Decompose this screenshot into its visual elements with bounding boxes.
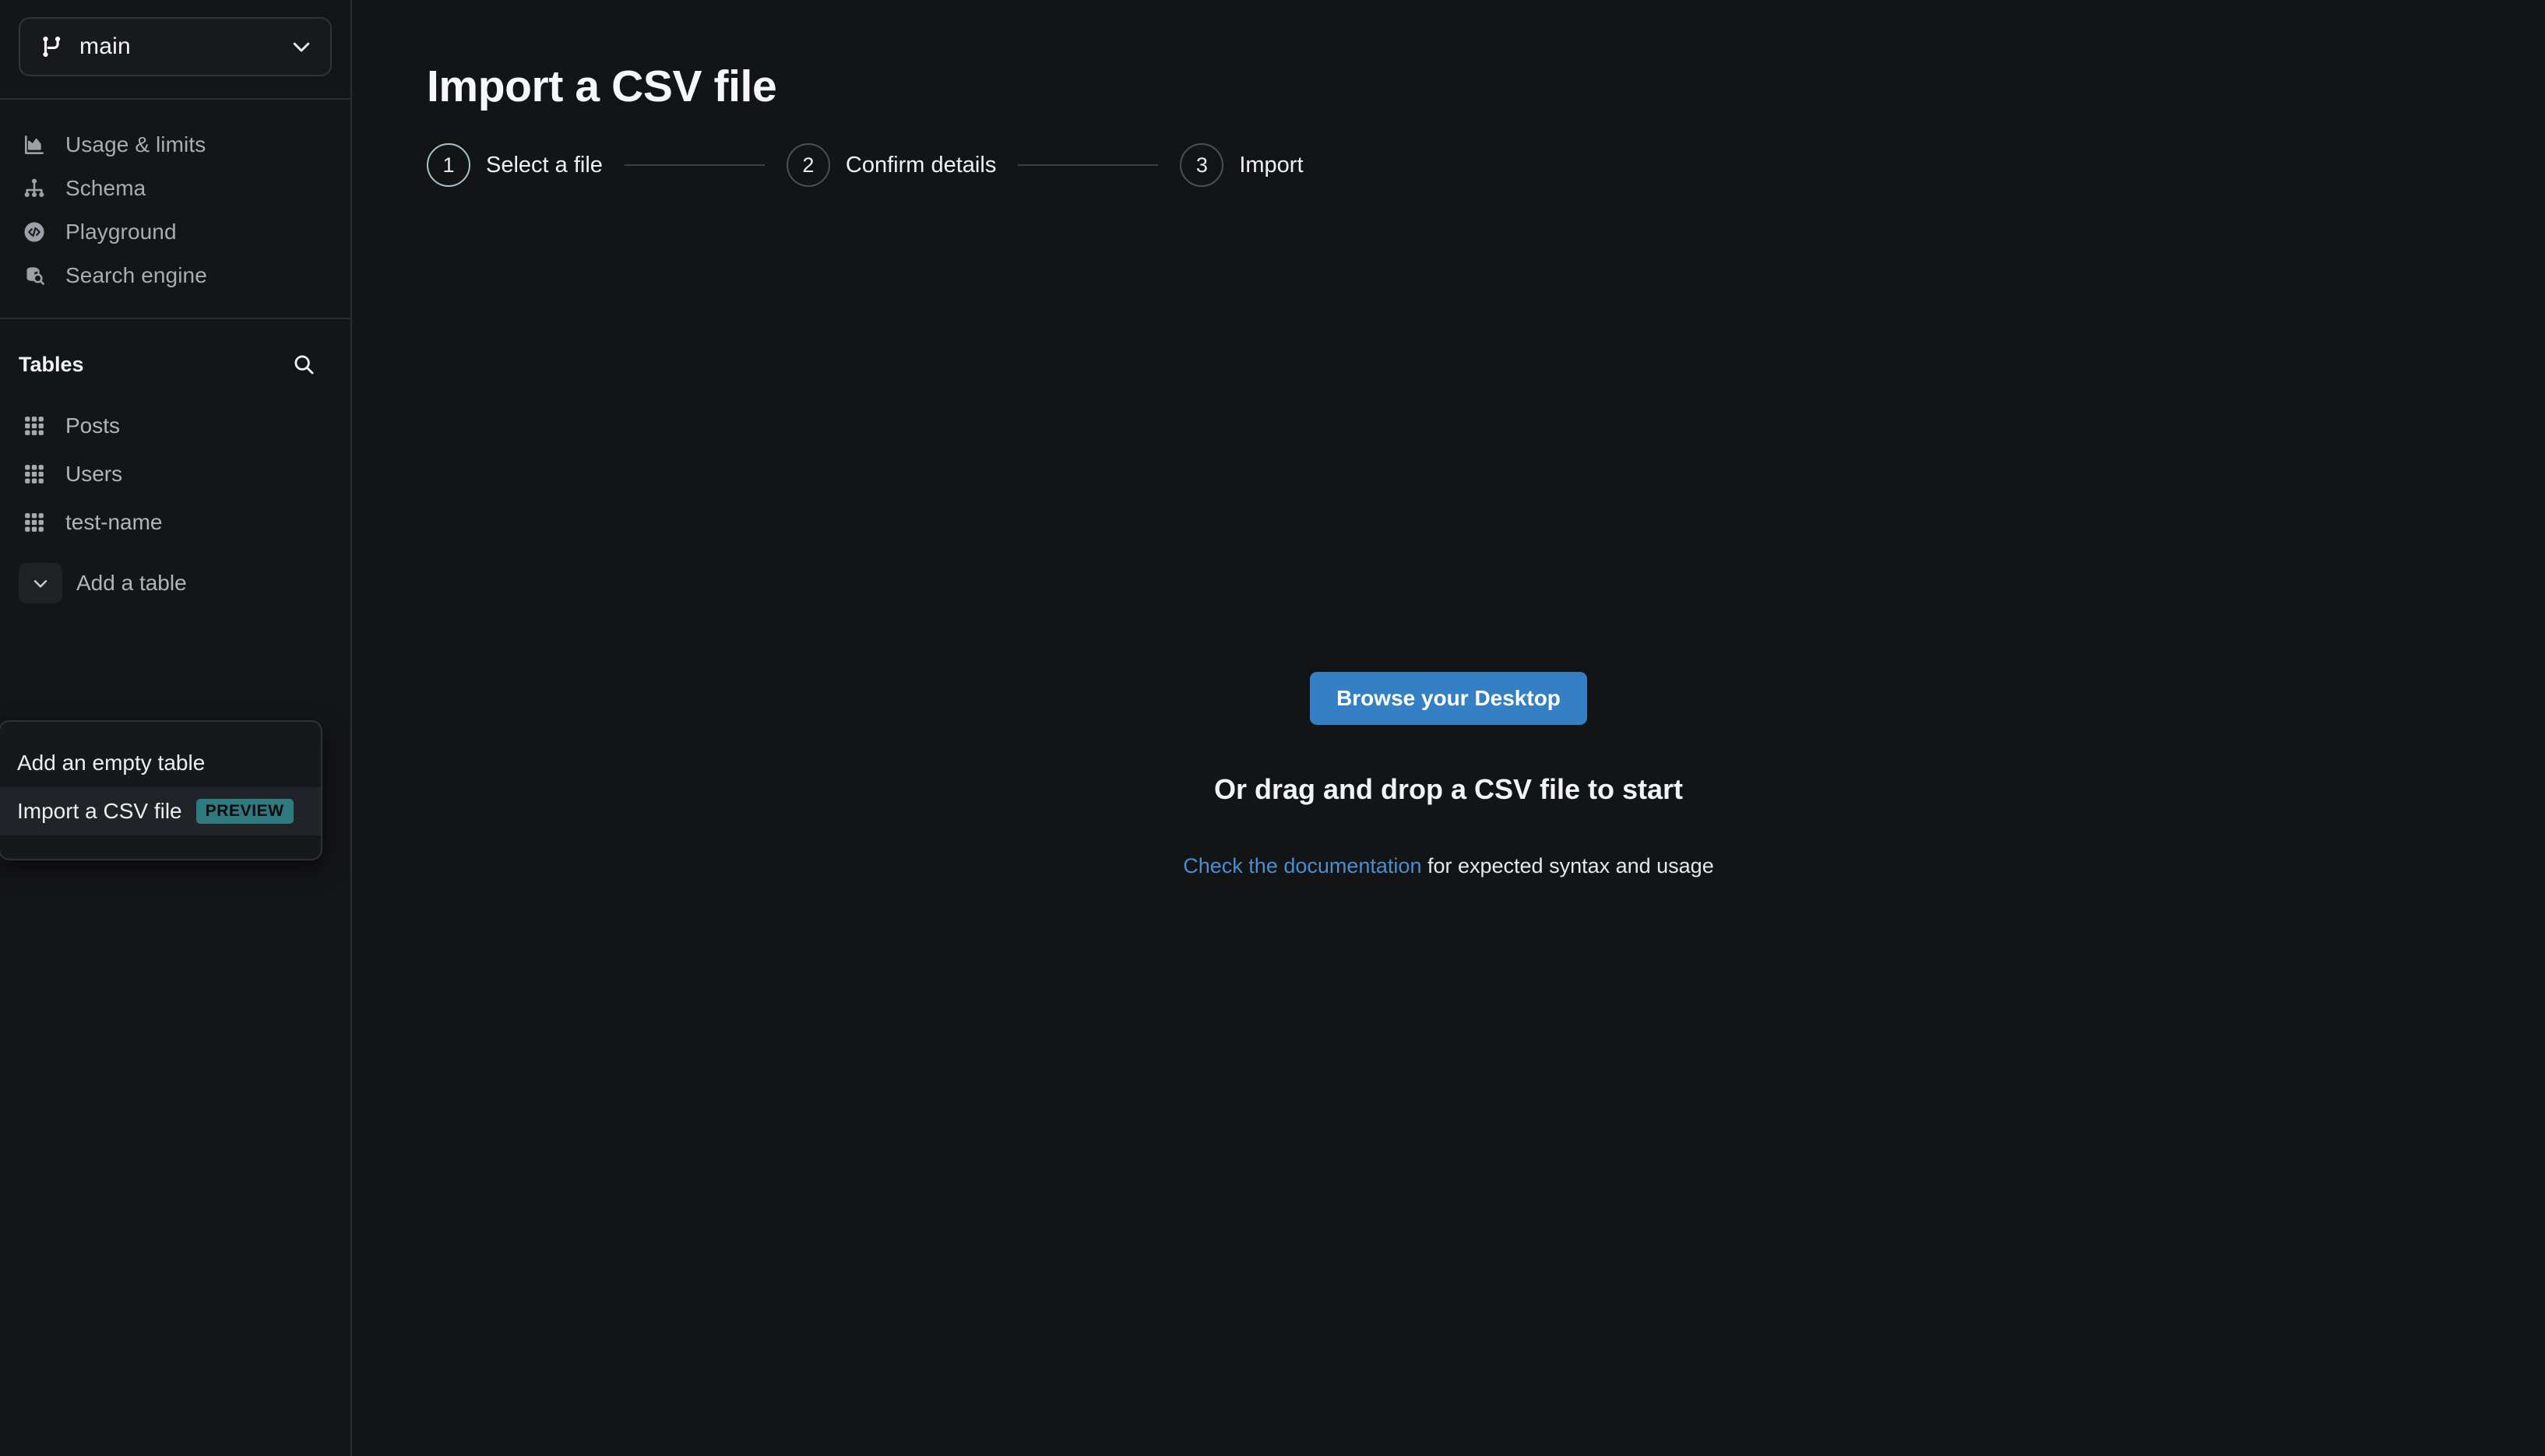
step-select-a-file[interactable]: 1 Select a file (427, 143, 603, 187)
add-a-table-label: Add a table (76, 571, 187, 595)
documentation-link[interactable]: Check the documentation (1183, 854, 1421, 877)
dropzone-headline: Or drag and drop a CSV file to start (1213, 772, 1684, 805)
add-table-menu: Add an empty table Import a CSV file PRE… (0, 720, 322, 860)
menu-item-add-empty-table[interactable]: Add an empty table (0, 739, 321, 787)
sidebar-item-search-engine[interactable]: Search engine (0, 254, 350, 297)
step-number: 2 (786, 143, 830, 187)
step-label: Import (1239, 152, 1304, 178)
table-item-posts[interactable]: Posts (0, 402, 350, 450)
menu-item-import-csv[interactable]: Import a CSV file PREVIEW (0, 787, 321, 835)
table-item-users[interactable]: Users (0, 450, 350, 498)
database-search-icon (20, 262, 48, 290)
schema-icon (20, 174, 48, 202)
sidebar-nav: Usage & limits Schema Playground Search … (0, 100, 350, 318)
step-number: 3 (1180, 143, 1224, 187)
table-item-label: test-name (65, 510, 163, 534)
page-title: Import a CSV file (427, 62, 777, 111)
step-import[interactable]: 3 Import (1180, 143, 1304, 187)
documentation-hint: Check the documentation for expected syn… (1183, 854, 1713, 878)
add-a-table-button[interactable]: Add a table (0, 557, 350, 609)
sidebar-item-playground[interactable]: Playground (0, 210, 350, 254)
step-label: Confirm details (845, 152, 997, 178)
step-number: 1 (427, 143, 470, 187)
chevron-down-icon (290, 35, 313, 58)
sidebar: main Usage & limits Schema Playground Se… (0, 0, 352, 1456)
table-item-label: Posts (65, 413, 121, 438)
tables-section-header: Tables (0, 319, 350, 402)
chart-icon (20, 131, 48, 159)
step-connector (624, 164, 765, 166)
menu-item-label: Add an empty table (17, 751, 206, 775)
git-branch-icon (39, 33, 65, 60)
search-icon[interactable] (287, 347, 321, 382)
branch-name: main (79, 33, 131, 59)
branch-selector[interactable]: main (19, 17, 332, 76)
menu-item-label: Import a CSV file (17, 799, 182, 823)
step-label: Select a file (486, 152, 603, 178)
sidebar-item-schema[interactable]: Schema (0, 167, 350, 210)
branch-selector-area: main (0, 0, 350, 98)
code-circle-icon (20, 218, 48, 246)
step-connector (1018, 164, 1159, 166)
chevron-down-icon (19, 563, 62, 603)
grid-icon (19, 410, 50, 441)
documentation-hint-suffix: for expected syntax and usage (1421, 853, 1714, 877)
sidebar-item-label: Usage & limits (65, 132, 206, 157)
table-item-label: Users (65, 462, 123, 486)
table-item-test-name[interactable]: test-name (0, 498, 350, 547)
sidebar-item-usage-limits[interactable]: Usage & limits (0, 123, 350, 167)
import-stepper: 1 Select a file 2 Confirm details 3 Impo… (352, 143, 2545, 187)
browse-desktop-button[interactable]: Browse your Desktop (1310, 671, 1587, 725)
grid-icon (19, 459, 50, 490)
sidebar-item-label: Search engine (65, 263, 207, 287)
csv-dropzone[interactable]: Browse your Desktop Or drag and drop a C… (352, 234, 2545, 1456)
app-root: main Usage & limits Schema Playground Se… (0, 0, 2545, 1456)
step-confirm-details[interactable]: 2 Confirm details (786, 143, 997, 187)
main-content: Import a CSV file 1 Select a file 2 Conf… (352, 0, 2545, 1456)
sidebar-item-label: Playground (65, 220, 177, 244)
grid-icon (19, 507, 50, 538)
sidebar-item-label: Schema (65, 176, 146, 200)
tables-title: Tables (19, 352, 84, 376)
status-badge: PREVIEW (195, 799, 294, 824)
